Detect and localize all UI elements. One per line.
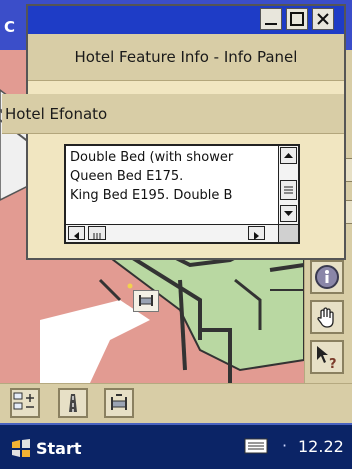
close-icon: [317, 13, 329, 25]
zoom-layers-button[interactable]: [10, 388, 40, 418]
list-item: Queen Bed E175.: [70, 169, 184, 184]
hotel-filter-button[interactable]: [104, 388, 134, 418]
pan-button[interactable]: [310, 300, 344, 334]
query-pointer-button[interactable]: ?: [310, 340, 344, 374]
pointer-help-icon: ?: [317, 346, 337, 372]
start-label: Start: [36, 438, 82, 458]
input-panel-button[interactable]: [244, 438, 268, 458]
info-icon: [315, 265, 339, 289]
road-button[interactable]: [58, 388, 88, 418]
close-button[interactable]: [312, 8, 334, 30]
minimize-button[interactable]: [260, 8, 282, 30]
background-window-title-fragment: C: [4, 18, 16, 36]
arrow-down-icon: [284, 211, 293, 216]
svg-text:?: ?: [329, 357, 337, 372]
bed-icon: [139, 295, 153, 306]
maximize-button[interactable]: [286, 8, 308, 30]
divider: [28, 80, 344, 81]
arrow-up-icon: [284, 153, 293, 158]
info-button[interactable]: [310, 260, 344, 294]
road-icon: [69, 394, 77, 412]
scroll-up-button[interactable]: [280, 147, 297, 164]
dialog-header-title: Hotel Feature Info - Info Panel: [28, 34, 344, 80]
scrollbar-corner: [278, 224, 298, 242]
hotel-name: Hotel Efonato: [2, 94, 344, 134]
taskbar-separator: ·: [282, 436, 288, 455]
dialog-titlebar: [28, 6, 344, 34]
scroll-left-button[interactable]: [68, 226, 85, 240]
bottom-toolbar: [0, 383, 352, 424]
pocketpc-screen: C ? Hotel Feature Info - Info Panel Hote…: [0, 0, 352, 469]
start-button[interactable]: Start: [10, 435, 82, 461]
zoom-layers-icon: [13, 392, 34, 410]
vertical-scroll-thumb[interactable]: [280, 180, 297, 200]
hotel-marker-icon[interactable]: [133, 290, 159, 312]
scroll-right-button[interactable]: [248, 226, 265, 240]
scroll-down-button[interactable]: [280, 205, 297, 222]
grip-icon: [93, 233, 101, 239]
windows-flag-icon: [12, 439, 30, 457]
grip-icon: [284, 186, 293, 194]
taskbar: Start · 12.22: [0, 423, 352, 469]
maximize-icon: [290, 12, 304, 26]
clock[interactable]: 12.22: [298, 437, 344, 456]
arrow-left-icon: [74, 232, 79, 240]
arrow-right-icon: [254, 232, 259, 240]
keyboard-icon: [244, 438, 268, 454]
list-item: Double Bed (with shower: [70, 150, 234, 165]
horizontal-scrollbar[interactable]: [66, 224, 280, 242]
room-rates-text: Double Bed (with shower Queen Bed E175. …: [70, 148, 272, 224]
hotel-bed-icon: [111, 394, 127, 410]
dialog-body: Double Bed (with shower Queen Bed E175. …: [28, 136, 344, 258]
horizontal-scroll-thumb[interactable]: [88, 226, 106, 240]
list-item: King Bed E195. Double B: [70, 188, 233, 203]
hand-pan-icon: [317, 307, 334, 328]
minimize-icon: [265, 23, 277, 25]
vertical-scrollbar[interactable]: [278, 146, 298, 224]
room-rates-listbox[interactable]: Double Bed (with shower Queen Bed E175. …: [64, 144, 300, 244]
hotel-info-dialog: Hotel Feature Info - Info Panel Hotel Ef…: [2, 4, 346, 260]
